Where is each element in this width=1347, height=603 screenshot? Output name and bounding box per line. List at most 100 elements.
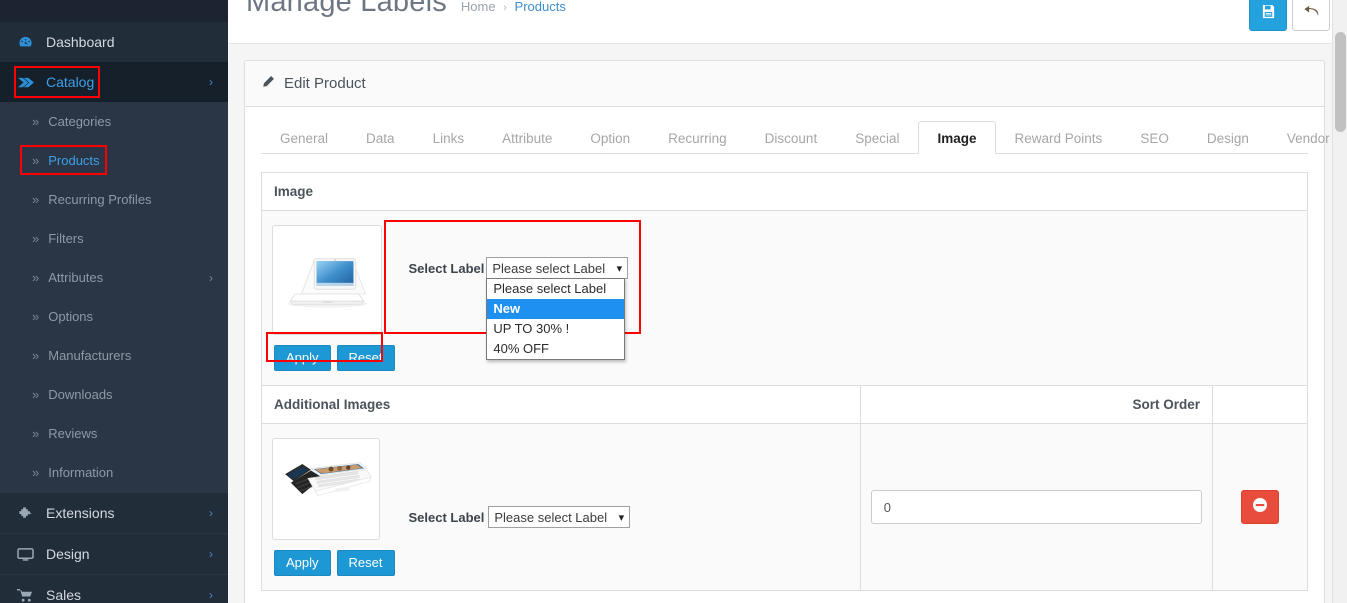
sort-order-input[interactable] [870,490,1202,524]
cell-action [1212,423,1308,591]
main-product-thumbnail[interactable] [272,225,382,335]
sidebar-item-recurring-profiles[interactable]: » Recurring Profiles [0,180,228,219]
select-label-dropdown[interactable]: Please select Label ▾ [486,257,629,279]
minus-circle-icon [1252,497,1268,518]
dropdown-option-please-select[interactable]: Please select Label [487,279,624,299]
sidebar-item-manufacturers[interactable]: » Manufacturers [0,336,228,375]
main-select-label-group: Select Label Please select Label ▾ Pleas… [408,257,629,360]
chevron-double-right-icon: » [32,231,40,246]
chevron-down-icon: ▾ [616,263,623,275]
vertical-scrollbar[interactable] [1332,0,1347,603]
dashboard-icon [14,35,36,50]
sidebar-item-label: Categories [48,114,112,129]
sidebar-top-spacer [0,0,228,22]
sidebar-item-downloads[interactable]: » Downloads [0,375,228,414]
sidebar-item-label: Catalog [46,74,95,90]
select-label-text: Select Label [408,260,485,276]
tab-data[interactable]: Data [347,121,414,154]
col-sort-order: Sort Order [860,386,1214,424]
page-header: Manage Labels Home › Products [228,0,1347,44]
tab-design[interactable]: Design [1188,121,1268,154]
apply-button[interactable]: Apply [274,345,331,371]
tab-links[interactable]: Links [414,121,484,154]
chevron-double-right-icon: » [32,348,40,363]
chevron-right-icon: › [209,506,213,520]
sidebar-item-label: Reviews [48,426,98,441]
dropdown-option-up-to-30[interactable]: UP TO 30% ! [487,319,624,339]
tab-discount[interactable]: Discount [746,121,837,154]
col-additional-images: Additional Images [261,386,861,424]
sidebar-item-design[interactable]: Design › [0,534,228,574]
additional-product-thumbnail[interactable] [272,438,380,540]
sidebar-item-products[interactable]: » Products [0,141,228,180]
tab-image[interactable]: Image [918,121,996,154]
two-laptops-product-image [279,454,373,525]
table-header-row: Additional Images Sort Order [261,386,1308,424]
sidebar-item-reviews[interactable]: » Reviews [0,414,228,453]
sidebar-item-extensions[interactable]: Extensions › [0,493,228,533]
opencart-admin-page: Dashboard Catalog › » Categories » Produ… [0,0,1347,603]
tab-general[interactable]: General [261,121,347,154]
main-image-area: Apply Reset Select Label Please select L… [262,211,1307,385]
tab-attribute[interactable]: Attribute [483,121,571,154]
additional-select-label-group: Select Label Please select Label ▾ [409,506,631,528]
panel-title: Edit Product [284,75,366,92]
select-label-text: Select Label [408,509,485,525]
tab-seo[interactable]: SEO [1121,121,1188,154]
sidebar-item-label: Attributes [48,270,104,285]
dropdown-option-new[interactable]: New [487,299,625,319]
scrollbar-thumb[interactable] [1335,32,1346,132]
monitor-icon [14,547,36,562]
col-action [1212,386,1308,424]
cart-icon [14,588,36,603]
sidebar-item-dashboard[interactable]: Dashboard [0,22,228,62]
sidebar-item-label: Recurring Profiles [48,192,152,207]
tab-recurring[interactable]: Recurring [649,121,746,154]
select-label-dropdown[interactable]: Please select Label ▾ [488,506,631,528]
select-label-value: Please select Label [492,261,606,276]
reset-button[interactable]: Reset [336,550,395,576]
sidebar-item-label: Information [48,465,114,480]
sidebar-item-attributes[interactable]: » Attributes › [0,258,228,297]
tab-reward-points[interactable]: Reward Points [996,121,1122,154]
tab-option[interactable]: Option [571,121,649,154]
sidebar-item-information[interactable]: » Information [0,453,228,492]
page-title: Manage Labels [246,0,447,18]
apply-button[interactable]: Apply [274,550,331,576]
sidebar-item-categories[interactable]: » Categories [0,102,228,141]
chevron-double-right-icon: » [32,465,40,480]
sidebar-item-label: Filters [48,231,84,246]
sidebar-item-options[interactable]: » Options [0,297,228,336]
reset-button[interactable]: Reset [336,345,395,371]
sidebar-item-label: Design [46,546,90,562]
save-button[interactable] [1249,0,1287,31]
breadcrumb-separator: › [503,2,507,14]
cell-sort-order [860,423,1214,591]
sidebar-item-catalog[interactable]: Catalog › [0,62,228,102]
catalog-tag-icon [14,75,36,90]
sidebar-item-label: Sales [46,587,82,603]
sidebar-item-filters[interactable]: » Filters [0,219,228,258]
chevron-right-icon: › [209,588,213,602]
sidebar-item-sales[interactable]: Sales › [0,575,228,603]
dropdown-option-40-off[interactable]: 40% OFF [487,339,624,359]
breadcrumb-home[interactable]: Home [461,0,496,14]
chevron-double-right-icon: » [32,270,40,285]
select-label-options-list[interactable]: Please select Label New UP TO 30% ! 40% … [486,278,626,360]
chevron-double-right-icon: » [32,309,40,324]
back-button[interactable] [1292,0,1330,31]
tab-special[interactable]: Special [836,121,918,154]
breadcrumb: Home › Products [461,0,566,14]
pencil-icon [261,75,275,93]
sidebar-item-label: Products [48,153,100,168]
chevron-double-right-icon: » [32,114,40,129]
remove-image-button[interactable] [1241,490,1279,524]
sidebar-item-label: Extensions [46,505,115,521]
chevron-down-icon: ▾ [618,512,625,524]
puzzle-icon [14,506,36,521]
breadcrumb-products[interactable]: Products [515,0,566,14]
additional-images-table: Additional Images Sort Order Apply Reset… [261,386,1308,591]
product-tabs: General Data Links Attribute Option Recu… [261,121,1330,154]
main-image-button-row: Apply Reset [272,345,395,371]
sidebar-item-label: Dashboard [46,34,115,50]
